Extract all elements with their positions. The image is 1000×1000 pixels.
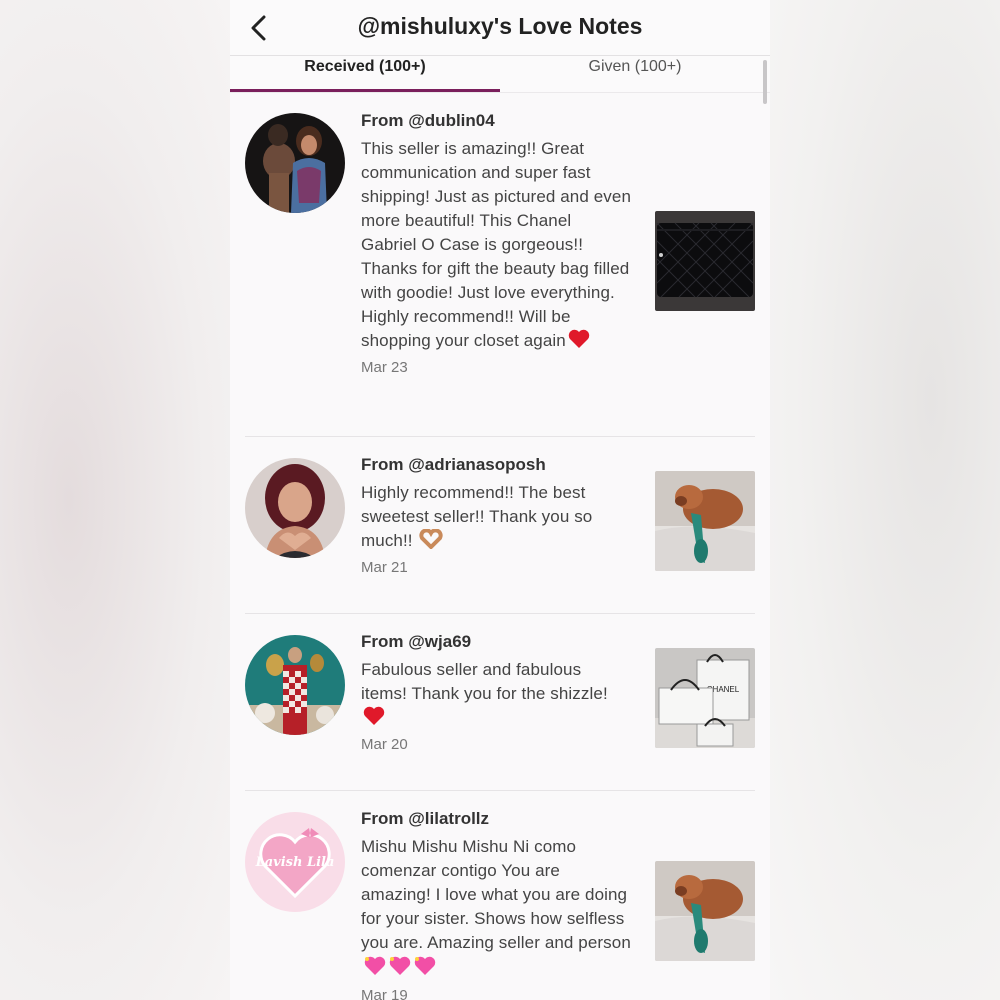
note-text-content: Mishu Mishu Mishu Ni como comenzar conti… — [361, 837, 631, 952]
note-author[interactable]: From @dublin04 — [361, 111, 631, 137]
blurred-background-right — [770, 0, 1000, 1000]
note-body: From @dublin04 This seller is amazing!! … — [361, 111, 631, 376]
note-text: Mishu Mishu Mishu Ni como comenzar conti… — [361, 835, 631, 981]
product-thumbnail[interactable] — [655, 471, 755, 571]
avatar[interactable] — [245, 113, 345, 213]
red-heart-icon — [363, 706, 385, 725]
list-item: Lavish Lila From @lilatrollz Mishu Mishu… — [245, 791, 755, 1000]
note-body: From @adrianasoposh Highly recommend!! T… — [361, 455, 631, 576]
note-text-content: Highly recommend!! The best sweetest sel… — [361, 483, 593, 550]
note-author[interactable]: From @adrianasoposh — [361, 455, 631, 481]
list-item: From @wja69 Fabulous seller and fabulous… — [245, 614, 755, 791]
avatar[interactable]: Lavish Lila — [245, 812, 345, 912]
red-heart-icon — [568, 329, 590, 348]
list-item: From @dublin04 This seller is amazing!! … — [245, 93, 755, 437]
note-date: Mar 19 — [361, 987, 408, 1000]
tab-given[interactable]: Given (100+) — [500, 56, 770, 92]
tab-bar: Received (100+) Given (100+) — [230, 56, 770, 93]
note-body: From @lilatrollz Mishu Mishu Mishu Ni co… — [361, 809, 631, 1000]
product-thumbnail[interactable] — [655, 861, 755, 961]
active-tab-indicator — [230, 89, 500, 92]
note-author[interactable]: From @lilatrollz — [361, 809, 631, 835]
header-bar: @mishuluxy's Love Notes — [230, 0, 770, 56]
note-date: Mar 23 — [361, 359, 408, 376]
sparkling-hearts-icon — [364, 956, 436, 975]
note-date: Mar 21 — [361, 559, 408, 576]
app-screen: @mishuluxy's Love Notes Received (100+) … — [230, 0, 770, 1000]
note-text: This seller is amazing!! Great communica… — [361, 137, 631, 353]
note-date: Mar 20 — [361, 736, 408, 753]
page-title: @mishuluxy's Love Notes — [357, 13, 643, 39]
heart-hands-icon — [419, 529, 444, 549]
note-text: Highly recommend!! The best sweetest sel… — [361, 481, 631, 553]
note-body: From @wja69 Fabulous seller and fabulous… — [361, 632, 631, 753]
note-text: Fabulous seller and fabulous items! Than… — [361, 658, 631, 730]
scrollbar[interactable] — [763, 60, 767, 104]
tab-received[interactable]: Received (100+) — [230, 56, 500, 92]
product-thumbnail[interactable] — [655, 211, 755, 311]
blurred-background-left — [0, 0, 230, 1000]
avatar[interactable] — [245, 458, 345, 558]
product-thumbnail[interactable]: CHANEL — [655, 648, 755, 748]
note-author[interactable]: From @wja69 — [361, 632, 631, 658]
avatar[interactable] — [245, 635, 345, 735]
note-text-content: Fabulous seller and fabulous items! Than… — [361, 660, 608, 703]
avatar-text: Lavish Lila — [255, 855, 335, 870]
list-item: From @adrianasoposh Highly recommend!! T… — [245, 437, 755, 614]
note-text-content: This seller is amazing!! Great communica… — [361, 139, 632, 350]
